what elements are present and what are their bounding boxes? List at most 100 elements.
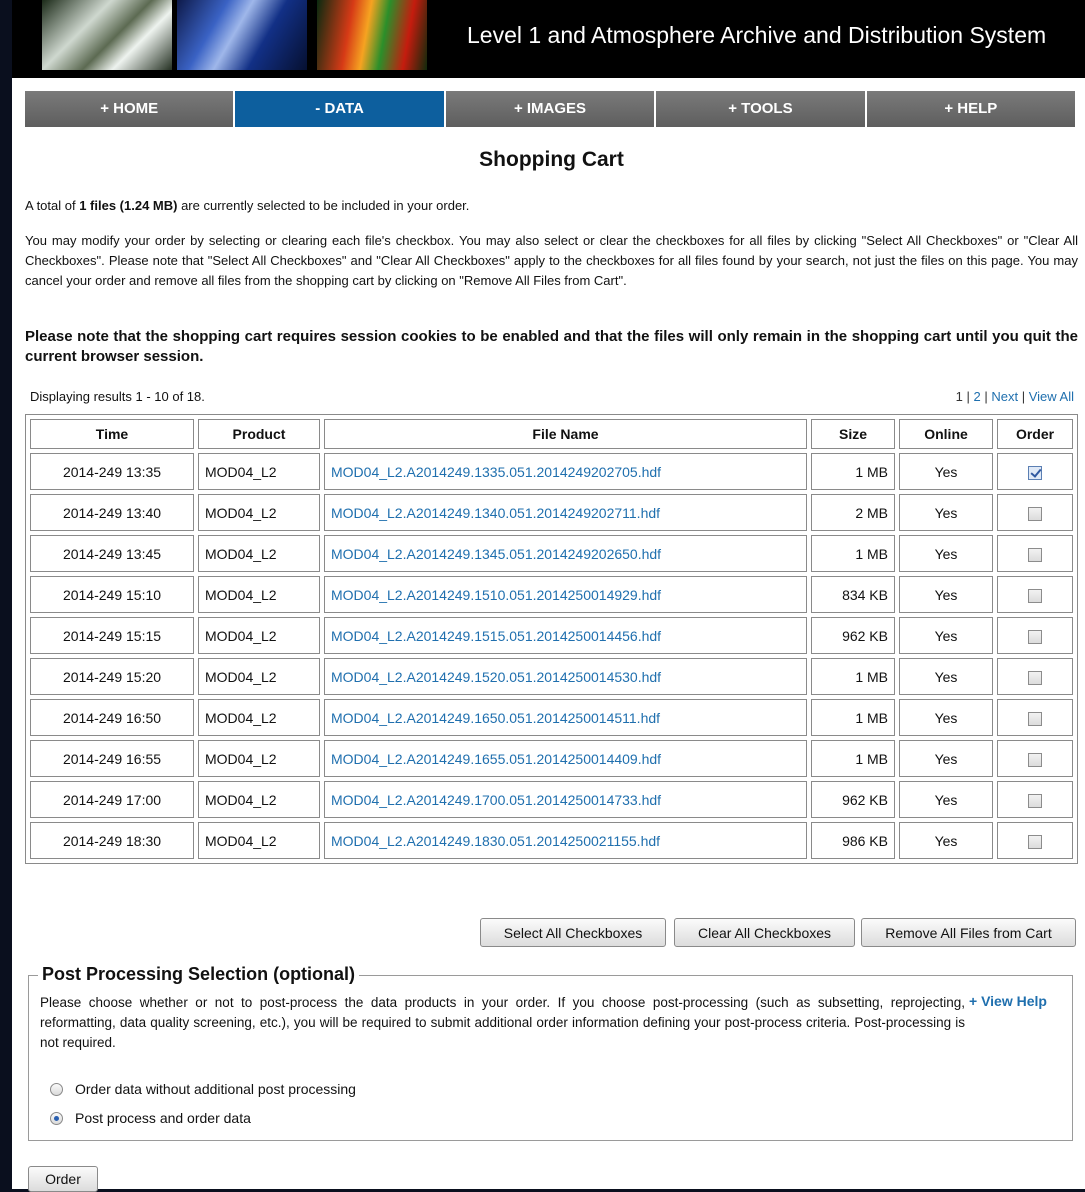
cell-size: 834 KB bbox=[811, 576, 895, 613]
site-title: Level 1 and Atmosphere Archive and Distr… bbox=[467, 22, 1047, 48]
cell-file-name: MOD04_L2.A2014249.1345.051.2014249202650… bbox=[324, 535, 807, 572]
cell-file-name: MOD04_L2.A2014249.1340.051.2014249202711… bbox=[324, 494, 807, 531]
cell-online: Yes bbox=[899, 781, 993, 818]
pager-separator: | bbox=[962, 389, 974, 404]
cell-online: Yes bbox=[899, 740, 993, 777]
cell-size: 1 MB bbox=[811, 453, 895, 490]
cell-file-name: MOD04_L2.A2014249.1650.051.2014250014511… bbox=[324, 699, 807, 736]
selection-summary: A total of 1 files (1.24 MB) are current… bbox=[25, 196, 1078, 216]
cell-file-name: MOD04_L2.A2014249.1700.051.2014250014733… bbox=[324, 781, 807, 818]
order-checkbox[interactable] bbox=[1028, 670, 1042, 685]
page-title: Shopping Cart bbox=[479, 148, 624, 171]
order-button[interactable]: Order bbox=[28, 1166, 98, 1192]
post-processing-text: Please choose whether or not to post-pro… bbox=[40, 995, 965, 1050]
order-checkbox[interactable] bbox=[1028, 752, 1042, 767]
table-row: 2014-249 13:40 MOD04_L2 MOD04_L2.A2014249.… bbox=[30, 494, 1073, 531]
current-page: 1 bbox=[955, 389, 963, 404]
cell-time: 2014-249 13:45 bbox=[30, 535, 194, 572]
cell-file-name: MOD04_L2.A2014249.1510.051.2014250014929… bbox=[324, 576, 807, 613]
cell-online: Yes bbox=[899, 658, 993, 695]
radio-option-no-processing[interactable]: Order data without additional post proce… bbox=[50, 1081, 356, 1097]
file-link[interactable]: MOD04_L2.A2014249.1650.051.2014250014511… bbox=[331, 710, 660, 726]
satellite-image-2 bbox=[177, 0, 307, 70]
results-table: Time Product File Name Size Online Order… bbox=[25, 414, 1078, 864]
cell-size: 962 KB bbox=[811, 617, 895, 654]
cell-time: 2014-249 13:35 bbox=[30, 453, 194, 490]
cell-file-name: MOD04_L2.A2014249.1335.051.2014249202705… bbox=[324, 453, 807, 490]
cell-file-name: MOD04_L2.A2014249.1515.051.2014250014456… bbox=[324, 617, 807, 654]
file-link[interactable]: MOD04_L2.A2014249.1510.051.2014250014929… bbox=[331, 587, 661, 603]
order-checkbox[interactable] bbox=[1028, 588, 1042, 603]
cell-order bbox=[997, 535, 1073, 572]
order-checkbox[interactable] bbox=[1028, 793, 1042, 808]
cell-product: MOD04_L2 bbox=[198, 781, 320, 818]
cell-order bbox=[997, 740, 1073, 777]
table-row: 2014-249 16:55 MOD04_L2 MOD04_L2.A2014249.… bbox=[30, 740, 1073, 777]
page-2-link[interactable]: 2 bbox=[974, 389, 981, 404]
post-processing-legend: Post Processing Selection (optional) bbox=[38, 964, 360, 985]
order-checkbox[interactable] bbox=[1028, 547, 1042, 562]
file-link[interactable]: MOD04_L2.A2014249.1335.051.2014249202705… bbox=[331, 464, 661, 480]
radio-label: Order data without additional post proce… bbox=[75, 1081, 356, 1097]
summary-count: 1 files (1.24 MB) bbox=[79, 198, 178, 213]
cell-time: 2014-249 13:40 bbox=[30, 494, 194, 531]
order-checkbox[interactable] bbox=[1028, 465, 1042, 480]
file-link[interactable]: MOD04_L2.A2014249.1520.051.2014250014530… bbox=[331, 669, 661, 685]
order-checkbox[interactable] bbox=[1028, 629, 1042, 644]
cell-size: 1 MB bbox=[811, 535, 895, 572]
satellite-image-1 bbox=[42, 0, 172, 70]
file-link[interactable]: MOD04_L2.A2014249.1515.051.2014250014456… bbox=[331, 628, 661, 644]
pagination: 1 | 2 | Next | View All bbox=[956, 389, 1074, 404]
cell-order bbox=[997, 617, 1073, 654]
file-link[interactable]: MOD04_L2.A2014249.1340.051.2014249202711… bbox=[331, 505, 660, 521]
nav-tools[interactable]: + TOOLS bbox=[656, 91, 867, 127]
file-link[interactable]: MOD04_L2.A2014249.1700.051.2014250014733… bbox=[331, 792, 661, 808]
radio-button[interactable] bbox=[50, 1111, 63, 1125]
cell-order bbox=[997, 494, 1073, 531]
radio-button[interactable] bbox=[50, 1082, 63, 1096]
view-help-link[interactable]: + View Help bbox=[969, 993, 1047, 1009]
cell-online: Yes bbox=[899, 617, 993, 654]
cell-file-name: MOD04_L2.A2014249.1520.051.2014250014530… bbox=[324, 658, 807, 695]
header-online: Online bbox=[899, 419, 993, 449]
view-all-link[interactable]: View All bbox=[1029, 389, 1074, 404]
cell-product: MOD04_L2 bbox=[198, 658, 320, 695]
cell-product: MOD04_L2 bbox=[198, 617, 320, 654]
pager-separator: | bbox=[980, 389, 992, 404]
file-link[interactable]: MOD04_L2.A2014249.1655.051.2014250014409… bbox=[331, 751, 661, 767]
table-header-row: Time Product File Name Size Online Order bbox=[30, 419, 1073, 449]
summary-suffix: are currently selected to be included in… bbox=[177, 198, 470, 213]
radio-option-post-process[interactable]: Post process and order data bbox=[50, 1110, 251, 1126]
nav-help[interactable]: + HELP bbox=[866, 91, 1076, 127]
cell-order bbox=[997, 822, 1073, 859]
order-checkbox[interactable] bbox=[1028, 506, 1042, 521]
site-banner: Level 1 and Atmosphere Archive and Distr… bbox=[12, 0, 1085, 78]
cell-file-name: MOD04_L2.A2014249.1655.051.2014250014409… bbox=[324, 740, 807, 777]
order-checkbox[interactable] bbox=[1028, 834, 1042, 849]
nav-images[interactable]: + IMAGES bbox=[445, 91, 657, 127]
file-link[interactable]: MOD04_L2.A2014249.1830.051.2014250021155… bbox=[331, 833, 660, 849]
radio-label: Post process and order data bbox=[75, 1110, 251, 1126]
nav-data[interactable]: - DATA bbox=[235, 91, 446, 127]
cell-time: 2014-249 15:20 bbox=[30, 658, 194, 695]
select-all-button[interactable]: Select All Checkboxes bbox=[480, 918, 666, 947]
cell-online: Yes bbox=[899, 494, 993, 531]
cell-file-name: MOD04_L2.A2014249.1830.051.2014250021155… bbox=[324, 822, 807, 859]
cell-time: 2014-249 18:30 bbox=[30, 822, 194, 859]
next-page-link[interactable]: Next bbox=[991, 389, 1018, 404]
file-link[interactable]: MOD04_L2.A2014249.1345.051.2014249202650… bbox=[331, 546, 661, 562]
instructions-text: You may modify your order by selecting o… bbox=[25, 233, 1078, 288]
cell-online: Yes bbox=[899, 576, 993, 613]
remove-all-button[interactable]: Remove All Files from Cart bbox=[861, 918, 1076, 947]
cell-online: Yes bbox=[899, 822, 993, 859]
results-count: Displaying results 1 - 10 of 18. bbox=[30, 389, 205, 404]
order-checkbox[interactable] bbox=[1028, 711, 1042, 726]
header-product: Product bbox=[198, 419, 320, 449]
main-nav: + HOME - DATA + IMAGES + TOOLS + HELP bbox=[25, 91, 1076, 127]
cell-time: 2014-249 17:00 bbox=[30, 781, 194, 818]
clear-all-button[interactable]: Clear All Checkboxes bbox=[674, 918, 855, 947]
cell-product: MOD04_L2 bbox=[198, 453, 320, 490]
header-order: Order bbox=[997, 419, 1073, 449]
summary-prefix: A total of bbox=[25, 198, 80, 213]
nav-home[interactable]: + HOME bbox=[25, 91, 236, 127]
